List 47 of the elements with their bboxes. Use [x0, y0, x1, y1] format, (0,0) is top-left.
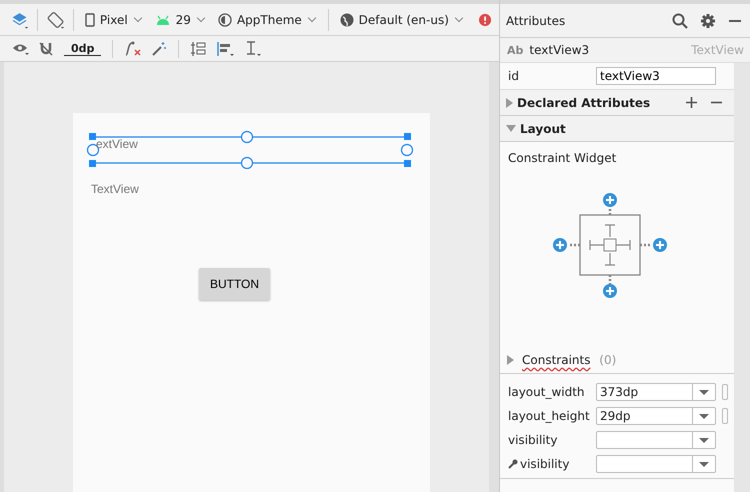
magnet-icon[interactable] — [39, 42, 55, 56]
settings-icon[interactable] — [700, 12, 716, 28]
default-margin-control[interactable]: 0dp — [64, 42, 102, 56]
clear-constraints-icon[interactable] — [124, 40, 142, 56]
attribute-dropdown[interactable]: 373dp — [596, 383, 716, 401]
guidelines-icon[interactable] — [244, 40, 262, 56]
phone-icon — [84, 12, 95, 26]
panel-title: Attributes — [506, 14, 566, 28]
pack-icon[interactable] — [190, 40, 208, 56]
component-class: TextView — [691, 43, 744, 57]
component-type-icon: Ab — [507, 44, 524, 56]
magic-wand-icon[interactable] — [151, 40, 168, 56]
align-icon[interactable] — [217, 40, 236, 56]
component-name: textView3 — [529, 43, 590, 57]
theme-dropdown[interactable]: AppTheme — [214, 12, 320, 26]
attribute-label: layout_height — [508, 409, 591, 423]
section-header[interactable]: Layout — [520, 122, 566, 136]
globe-icon — [340, 12, 354, 26]
count-label: (0) — [599, 353, 616, 367]
scrollbar[interactable] — [489, 62, 499, 492]
id-field[interactable]: textView3 — [596, 67, 716, 85]
add-icon[interactable] — [686, 97, 697, 108]
android-icon — [154, 14, 171, 24]
attribute-label: layout_width — [508, 385, 586, 399]
text-view[interactable]: TextView — [91, 182, 139, 196]
scrollbar[interactable] — [734, 63, 750, 492]
attribute-label: visibility — [508, 457, 596, 471]
expand-arrow-icon[interactable] — [507, 355, 514, 365]
api-level-dropdown[interactable]: 29 — [152, 12, 209, 26]
error-icon[interactable] — [478, 12, 492, 26]
wrench-icon — [508, 459, 518, 469]
attribute-label: visibility — [508, 433, 558, 447]
text-view[interactable]: extView — [96, 137, 138, 151]
resource-handle[interactable] — [722, 384, 728, 400]
locale-dropdown[interactable]: Default (en-us) — [336, 12, 467, 26]
expand-arrow-icon[interactable] — [506, 98, 513, 108]
preview-button[interactable]: BUTTON — [199, 268, 270, 300]
device-dropdown[interactable]: Pixel — [82, 12, 146, 26]
expand-arrow-icon[interactable] — [506, 125, 516, 132]
theme-icon — [218, 12, 232, 26]
attribute-dropdown[interactable]: 29dp — [596, 407, 716, 425]
section-header[interactable]: Constraints — [522, 353, 590, 367]
resource-handle[interactable] — [722, 408, 728, 424]
attribute-label: id — [508, 69, 520, 83]
section-label: Constraint Widget — [507, 150, 618, 167]
eye-icon[interactable] — [12, 42, 30, 56]
search-icon[interactable] — [672, 12, 688, 28]
